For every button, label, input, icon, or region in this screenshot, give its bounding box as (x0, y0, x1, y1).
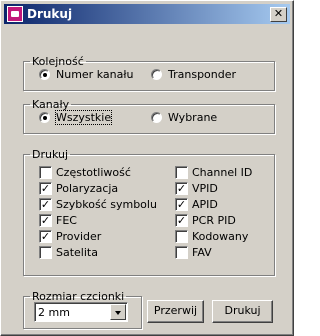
print-fields-legend: Drukuj (32, 148, 69, 161)
title-bar[interactable]: Drukuj ✕ (4, 4, 290, 24)
font-size-value: 2 mm (38, 306, 70, 319)
window-title: Drukuj (27, 7, 73, 21)
checkbox-right-2[interactable]: ✓ (175, 198, 188, 211)
checkbox-label[interactable]: VPID (192, 182, 218, 195)
radio-wybrane[interactable] (151, 112, 162, 123)
radio-wszystkie-label[interactable]: Wszystkie (54, 110, 113, 125)
channels-legend: Kanały (32, 98, 70, 111)
app-icon (7, 6, 23, 22)
close-icon[interactable]: ✕ (270, 7, 287, 22)
checkbox-label[interactable]: Satelita (56, 246, 98, 259)
radio-numer-kanalu[interactable] (39, 69, 50, 80)
radio-transponder-label[interactable]: Transponder (168, 68, 236, 81)
checkbox-label[interactable]: Polaryzacja (56, 182, 118, 195)
checkbox-label[interactable]: Provider (56, 230, 101, 243)
checkbox-right-4[interactable] (175, 230, 188, 243)
checkbox-right-5[interactable] (175, 246, 188, 259)
checkbox-label[interactable]: FEC (56, 214, 77, 227)
cancel-button[interactable]: Przerwij (147, 300, 204, 323)
checkbox-left-0[interactable] (39, 166, 52, 179)
checkbox-label[interactable]: Kodowany (192, 230, 248, 243)
font-size-select[interactable]: 2 mm (34, 302, 128, 322)
checkbox-right-1[interactable]: ✓ (175, 182, 188, 195)
checkbox-label[interactable]: Channel ID (192, 166, 252, 179)
checkbox-label[interactable]: APID (192, 198, 218, 211)
checkbox-right-3[interactable]: ✓ (175, 214, 188, 227)
checkbox-label[interactable]: Częstotliwość (56, 166, 131, 179)
radio-transponder[interactable] (151, 69, 162, 80)
checkbox-left-3[interactable]: ✓ (39, 214, 52, 227)
chevron-down-icon[interactable] (110, 304, 126, 320)
checkbox-left-2[interactable]: ✓ (39, 198, 52, 211)
radio-wszystkie[interactable] (39, 112, 50, 123)
checkbox-label[interactable]: Szybkość symbolu (56, 198, 157, 211)
checkbox-left-4[interactable]: ✓ (39, 230, 52, 243)
checkbox-left-5[interactable] (39, 246, 52, 259)
checkbox-right-0[interactable] (175, 166, 188, 179)
checkbox-label[interactable]: PCR PID (192, 214, 236, 227)
sort-order-legend: Kolejność (32, 55, 84, 68)
checkbox-left-1[interactable]: ✓ (39, 182, 52, 195)
radio-wybrane-label[interactable]: Wybrane (168, 111, 217, 124)
checkbox-label[interactable]: FAV (192, 246, 212, 259)
print-button[interactable]: Drukuj (212, 300, 273, 323)
radio-numer-kanalu-label[interactable]: Numer kanału (56, 68, 133, 81)
